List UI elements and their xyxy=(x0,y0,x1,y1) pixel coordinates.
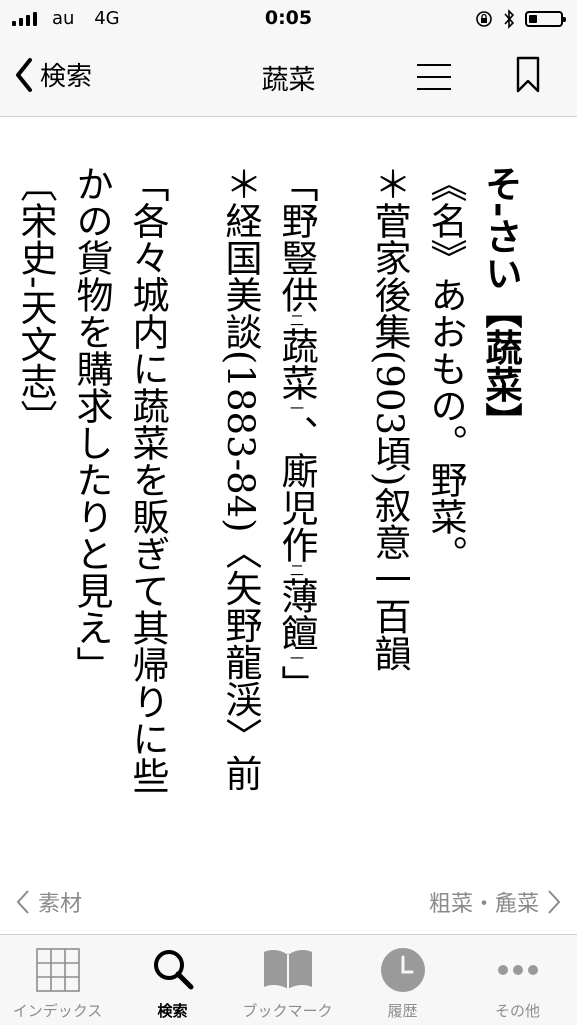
headword-reading: そ‐さい xyxy=(479,165,523,292)
clock-icon xyxy=(380,948,425,992)
grid-icon xyxy=(35,948,80,992)
citation-source: ＊菅家後集(903頃)叙意一百韻 xyxy=(368,165,411,672)
kaeriten-mark: 二 xyxy=(288,563,304,577)
dictionary-entry: そ‐さい【蔬菜】 《名》あおもの。野菜。 ＊菅家後集(903頃)叙意一百韻 「野… xyxy=(7,165,529,855)
tab-index[interactable]: インデックス xyxy=(0,935,115,1025)
citation-quote: かの貨物を購求したりと見え」 xyxy=(70,165,113,683)
headword: そ‐さい【蔬菜】 xyxy=(473,165,529,855)
orientation-lock-icon xyxy=(476,11,492,27)
previous-entry-label: 素材 xyxy=(38,892,83,917)
bookmark-button[interactable] xyxy=(515,56,541,98)
tab-history[interactable]: 履歴 xyxy=(345,935,460,1025)
status-bar: au 4G 0:05 xyxy=(0,0,577,38)
source-reference: 〔宋史‐天文志〕 xyxy=(14,165,57,437)
tab-label: 検索 xyxy=(157,1002,188,1020)
book-icon xyxy=(263,950,312,989)
previous-entry-link[interactable]: 素材 xyxy=(16,882,82,922)
chevron-right-icon xyxy=(548,890,561,914)
quote-part: 蔬菜 xyxy=(275,327,318,401)
tab-more[interactable]: その他 xyxy=(460,935,575,1025)
battery-icon xyxy=(525,11,566,27)
quote-part: 」 xyxy=(275,665,318,702)
tab-search[interactable]: 検索 xyxy=(115,935,230,1025)
tab-label: インデックス xyxy=(12,1002,103,1020)
more-icon xyxy=(497,965,538,975)
chevron-left-icon xyxy=(16,57,32,92)
status-icons xyxy=(475,9,566,29)
menu-button[interactable] xyxy=(417,60,451,94)
back-label: 検索 xyxy=(40,62,93,92)
chevron-left-icon xyxy=(16,890,29,914)
tab-label: 履歴 xyxy=(387,1002,418,1020)
part-of-speech: 《名》 xyxy=(424,165,467,276)
back-button[interactable]: 検索 xyxy=(14,56,92,93)
tab-bar: インデックス 検索 ブックマーク 履歴 その他 xyxy=(0,934,577,1025)
battery-level xyxy=(529,15,537,23)
bookmark-icon xyxy=(516,56,540,93)
bluetooth-icon xyxy=(504,9,515,29)
search-icon xyxy=(153,950,193,990)
quote-part: 「野豎供 xyxy=(275,165,318,313)
tab-label: その他 xyxy=(494,1002,540,1020)
next-entry-link[interactable]: 粗菜・麁菜 xyxy=(429,882,561,922)
tab-label: ブックマーク xyxy=(242,1002,333,1020)
navigation-bar: 検索 蔬菜 xyxy=(0,38,577,117)
citation-quote: 「各々城内に蔬菜を販ぎて其帰りに些 xyxy=(126,165,169,794)
next-entry-label: 粗菜・麁菜 xyxy=(428,892,539,917)
citation-source: ＊経国美談(1883‐84)〈矢野龍渓〉前 xyxy=(219,165,262,792)
kaeriten-mark: 一 xyxy=(288,401,304,415)
citation-quote: 「野豎供二蔬菜一、廝児作二薄饘一」 xyxy=(268,165,361,855)
kaeriten-mark: 二 xyxy=(288,313,304,327)
definition: あおもの。野菜。 xyxy=(424,276,467,572)
headword-kanji: 【蔬菜】 xyxy=(479,291,523,440)
quote-part: 、廝児作 xyxy=(275,415,318,563)
tab-bookmarks[interactable]: ブックマーク xyxy=(230,935,345,1025)
definition-line: 《名》あおもの。野菜。 xyxy=(417,165,473,855)
entry-content: そ‐さい【蔬菜】 《名》あおもの。野菜。 ＊菅家後集(903頃)叙意一百韻 「野… xyxy=(0,117,577,867)
kaeriten-mark: 一 xyxy=(288,651,304,665)
quote-part: 薄饘 xyxy=(275,577,318,651)
